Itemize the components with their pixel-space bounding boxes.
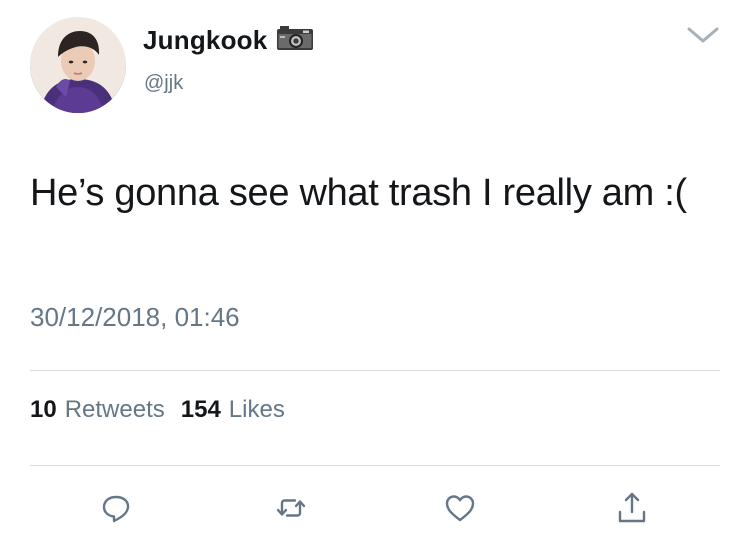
tweet-timestamp[interactable]: 30/12/2018, 01:46: [30, 302, 240, 333]
like-button[interactable]: [442, 490, 478, 526]
display-name[interactable]: Jungkook: [143, 25, 267, 56]
tweet-text: He’s gonna see what trash I really am :(: [30, 172, 687, 214]
likes-count: 154: [180, 396, 221, 423]
heart-icon: [445, 495, 475, 522]
author-handle[interactable]: @jjk: [144, 72, 183, 95]
avatar[interactable]: [30, 17, 126, 113]
tweet-stats: 10 Retweets 154 Likes: [30, 396, 301, 424]
reply-icon: [102, 495, 130, 523]
retweets-label: Retweets: [64, 396, 165, 423]
share-button[interactable]: [614, 490, 650, 526]
retweets-stat[interactable]: 10 Retweets: [30, 396, 165, 424]
author-name-row: Jungkook: [143, 25, 314, 56]
share-icon: [618, 492, 646, 523]
likes-stat[interactable]: 154 Likes: [181, 396, 285, 424]
divider: [30, 370, 720, 371]
retweet-button[interactable]: [273, 490, 309, 526]
retweets-count: 10: [30, 396, 57, 423]
divider: [30, 465, 720, 466]
likes-label: Likes: [228, 396, 285, 423]
retweet-icon: [276, 499, 306, 517]
camera-icon: [267, 25, 314, 56]
reply-button[interactable]: [98, 490, 134, 526]
